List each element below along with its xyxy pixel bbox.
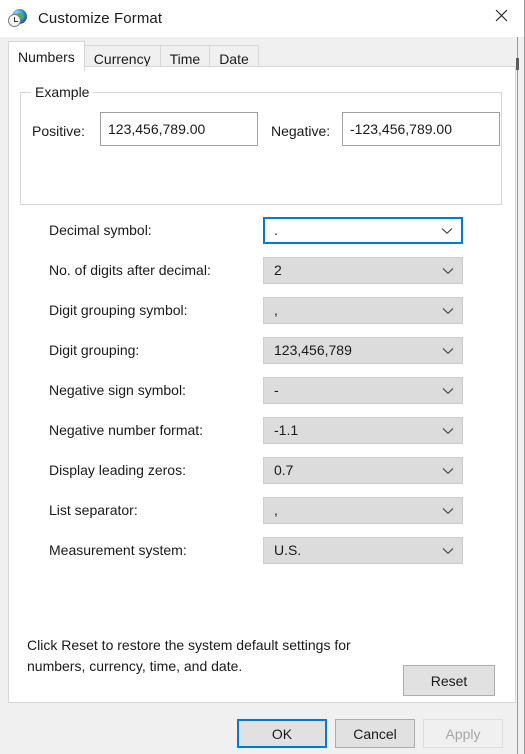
negative-example-field: -123,456,789.00 xyxy=(342,112,500,146)
region-clock-globe-icon xyxy=(8,8,28,29)
row-list-separator: List separator: , xyxy=(9,497,515,537)
combo-display-leading-zeros[interactable]: 0.7 xyxy=(263,457,463,484)
example-group-title: Example xyxy=(31,84,94,100)
combo-value: U.S. xyxy=(274,542,302,558)
reset-button-label: Reset xyxy=(430,672,468,689)
chevron-down-icon xyxy=(441,298,455,323)
row-negative-number-format: Negative number format: -1.1 xyxy=(9,417,515,457)
combo-value: , xyxy=(274,502,278,518)
numbers-tab-panel: Example Positive: 123,456,789.00 Negativ… xyxy=(8,66,516,703)
combo-negative-sign-symbol[interactable]: - xyxy=(263,377,463,404)
combo-value: 123,456,789 xyxy=(274,342,352,358)
label-list-separator: List separator: xyxy=(49,502,138,518)
ok-button[interactable]: OK xyxy=(237,719,327,748)
combo-digit-grouping-symbol[interactable]: , xyxy=(263,297,463,324)
row-digit-grouping-symbol: Digit grouping symbol: , xyxy=(9,297,515,337)
row-negative-sign-symbol: Negative sign symbol: - xyxy=(9,377,515,417)
chevron-down-icon xyxy=(441,258,455,283)
label-digit-grouping-symbol: Digit grouping symbol: xyxy=(49,302,188,318)
row-measurement-system: Measurement system: U.S. xyxy=(9,537,515,577)
chevron-down-icon xyxy=(440,219,454,242)
chevron-down-icon xyxy=(441,338,455,363)
chevron-down-icon xyxy=(441,458,455,483)
combo-digits-after-decimal[interactable]: 2 xyxy=(263,257,463,284)
chevron-down-icon xyxy=(441,538,455,563)
window-right-edge xyxy=(517,37,518,754)
customize-format-dialog: Customize Format Numbers Currency Time D… xyxy=(0,0,525,754)
label-decimal-symbol: Decimal symbol: xyxy=(49,222,152,238)
apply-button: Apply xyxy=(423,719,503,748)
cancel-button-label: Cancel xyxy=(353,725,397,742)
label-negative-sign-symbol: Negative sign symbol: xyxy=(49,382,186,398)
tab-label: Currency xyxy=(93,50,151,67)
combo-value: -1.1 xyxy=(274,422,299,438)
negative-label: Negative: xyxy=(271,123,331,139)
combo-list-separator[interactable]: , xyxy=(263,497,463,524)
positive-example-field: 123,456,789.00 xyxy=(100,112,258,146)
combo-value: - xyxy=(274,382,279,398)
ok-button-label: OK xyxy=(271,725,293,742)
combo-value: , xyxy=(274,302,278,318)
row-digit-grouping: Digit grouping: 123,456,789 xyxy=(9,337,515,377)
close-icon[interactable] xyxy=(479,0,524,30)
label-negative-number-format: Negative number format: xyxy=(49,422,204,438)
combo-measurement-system[interactable]: U.S. xyxy=(263,537,463,564)
settings-list: Decimal symbol: . No. of digits after de… xyxy=(9,217,515,577)
scrollbar-thumb-fragment[interactable] xyxy=(516,58,519,70)
example-group: Example Positive: 123,456,789.00 Negativ… xyxy=(20,84,502,205)
reset-button[interactable]: Reset xyxy=(403,665,495,696)
row-decimal-symbol: Decimal symbol: . xyxy=(9,217,515,257)
tab-label: Numbers xyxy=(18,48,75,65)
label-display-leading-zeros: Display leading zeros: xyxy=(49,462,186,478)
reset-description: Click Reset to restore the system defaul… xyxy=(27,637,351,674)
label-digits-after-decimal: No. of digits after decimal: xyxy=(49,262,211,278)
label-digit-grouping: Digit grouping: xyxy=(49,342,140,358)
page-title: Customize Format xyxy=(38,10,163,27)
positive-label: Positive: xyxy=(32,123,85,139)
cancel-button[interactable]: Cancel xyxy=(335,719,415,748)
title-bar: Customize Format xyxy=(0,0,524,37)
combo-decimal-symbol[interactable]: . xyxy=(263,217,463,244)
tab-label: Time xyxy=(169,50,201,67)
example-fields-row: Positive: 123,456,789.00 Negative: -123,… xyxy=(21,112,501,150)
chevron-down-icon xyxy=(441,418,455,443)
apply-button-label: Apply xyxy=(445,725,481,742)
dialog-footer: OK Cancel Apply xyxy=(0,706,524,754)
row-display-leading-zeros: Display leading zeros: 0.7 xyxy=(9,457,515,497)
tab-numbers[interactable]: Numbers xyxy=(8,41,85,71)
combo-value: . xyxy=(274,222,278,238)
combo-value: 2 xyxy=(274,262,282,278)
combo-negative-number-format[interactable]: -1.1 xyxy=(263,417,463,444)
row-digits-after-decimal: No. of digits after decimal: 2 xyxy=(9,257,515,297)
tab-label: Date xyxy=(219,50,249,67)
chevron-down-icon xyxy=(441,378,455,403)
label-measurement-system: Measurement system: xyxy=(49,542,187,558)
combo-digit-grouping[interactable]: 123,456,789 xyxy=(263,337,463,364)
combo-value: 0.7 xyxy=(274,462,294,478)
chevron-down-icon xyxy=(441,498,455,523)
